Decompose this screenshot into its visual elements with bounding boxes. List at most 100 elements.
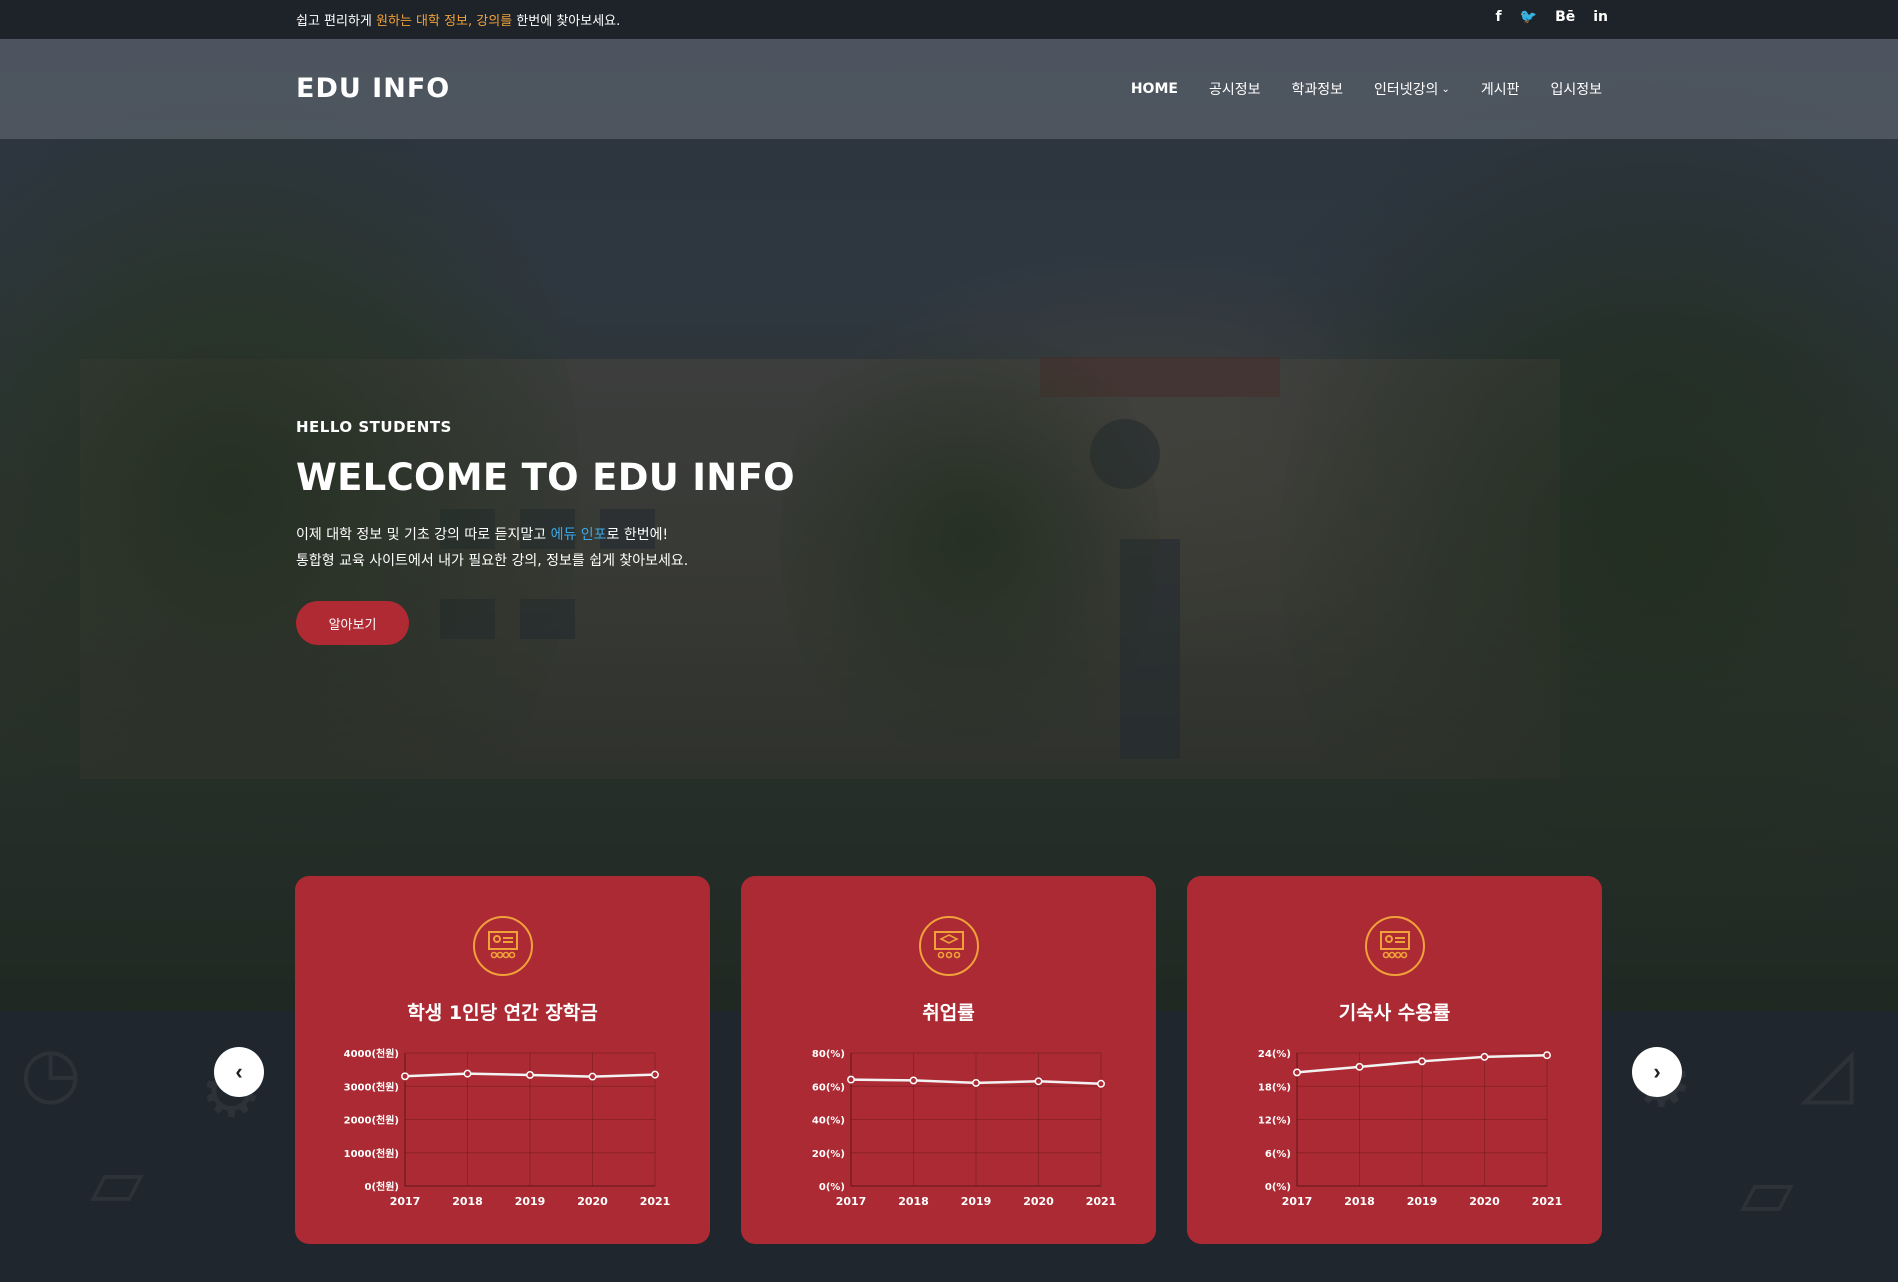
x-tick-label: 2018	[898, 1195, 929, 1208]
hero-desc-text: 이제 대학 정보 및 기초 강의 따로 듣지말고	[296, 527, 551, 543]
social-links: f 🐦 Bē in	[1496, 9, 1608, 25]
top-bar-message-text-end: 한번에 찾아보세요.	[512, 14, 621, 29]
top-bar-message-text: 쉽고 편리하게	[296, 14, 377, 29]
nav-disclosure-label: 공시정보	[1208, 82, 1261, 98]
y-tick-label: 0(%)	[1265, 1182, 1291, 1193]
data-point	[588, 1072, 597, 1081]
data-point	[651, 1070, 659, 1079]
data-point	[1034, 1077, 1043, 1086]
dormitory-line-chart: 0(%) 6(%) 12(%) 18(%) 24(%) 2017 2018 2019 2020 2…	[1258, 1049, 1563, 1208]
facebook-icon[interactable]: f	[1496, 9, 1502, 25]
hero-background	[0, 39, 1898, 1011]
y-tick-label: 60(%)	[812, 1082, 845, 1093]
pattern-triangle-icon: ◿	[1800, 1031, 1854, 1113]
top-bar: 쉽고 편리하게 원하는 대학 정보, 강의를 한번에 찾아보세요. f 🐦 Bē…	[0, 0, 1898, 39]
top-bar-message: 쉽고 편리하게 원하는 대학 정보, 강의를 한번에 찾아보세요.	[296, 10, 620, 29]
nav-department[interactable]: 학과정보	[1292, 79, 1344, 99]
x-tick-label: 2017	[836, 1195, 867, 1208]
learn-more-button[interactable]: 알아보기	[296, 601, 409, 645]
y-tick-label: 20(%)	[812, 1149, 845, 1160]
nav-home-label: HOME	[1130, 81, 1178, 97]
hero-description: 이제 대학 정보 및 기초 강의 따로 듣지말고 에듀 인포로 한번에! 통합형…	[296, 522, 688, 574]
hero-overlay	[0, 39, 1898, 1011]
y-tick-label: 40(%)	[812, 1116, 845, 1127]
y-tick-label: 12(%)	[1258, 1116, 1291, 1127]
twitter-icon[interactable]: 🐦	[1520, 9, 1537, 25]
y-tick-label: 80(%)	[812, 1049, 845, 1060]
data-point	[463, 1069, 472, 1078]
scholarship-line-chart: 0(천원) 1000(천원) 2000(천원) 3000(천원) 4000(천원) 201…	[344, 1047, 671, 1208]
y-tick-label: 6(%)	[1265, 1149, 1291, 1160]
hero-desc-highlight: 에듀 인포	[550, 527, 607, 543]
lecture-icon	[1364, 916, 1425, 976]
carousel-prev-button[interactable]: ‹	[214, 1047, 264, 1097]
data-point	[909, 1076, 918, 1085]
card-title: 기숙사 수용률	[1338, 1002, 1451, 1024]
card-title: 취업률	[922, 1002, 975, 1024]
site-logo[interactable]: EDU INFO	[296, 73, 450, 104]
pattern-clock-icon: ◷	[20, 1031, 82, 1113]
hero-desc-text-end: 로 한번에!	[606, 527, 669, 543]
x-tick-label: 2021	[640, 1195, 671, 1208]
data-point	[1355, 1062, 1364, 1071]
graduation-icon	[918, 916, 979, 976]
nav-home[interactable]: HOME	[1131, 79, 1178, 99]
y-tick-label: 4000(천원)	[344, 1047, 399, 1060]
data-point	[526, 1070, 534, 1079]
stat-card-scholarship: 학생 1인당 연간 장학금 0(천원) 1000(천원) 2000(천원) 3000(…	[295, 876, 710, 1244]
chevron-left-icon: ‹	[235, 1059, 243, 1084]
stat-card-employment: 취업률 0(%) 20(%) 40(%) 60(%) 80(%) 2017 2018 2019…	[741, 876, 1156, 1244]
x-tick-label: 2019	[1407, 1195, 1438, 1208]
data-point	[1480, 1052, 1489, 1061]
x-tick-label: 2021	[1532, 1195, 1563, 1208]
y-tick-label: 3000(천원)	[344, 1080, 399, 1093]
hero-description-line-1: 이제 대학 정보 및 기초 강의 따로 듣지말고 에듀 인포로 한번에!	[296, 522, 688, 548]
x-tick-label: 2017	[390, 1195, 421, 1208]
nav-admission[interactable]: 입시정보	[1550, 79, 1602, 99]
x-tick-label: 2020	[577, 1195, 608, 1208]
top-bar-message-highlight: 원하는 대학 정보, 강의를	[376, 14, 513, 29]
y-tick-label: 0(%)	[819, 1182, 845, 1193]
pattern-book-icon: ▱	[1740, 1151, 1794, 1233]
hero-description-line-2: 통합형 교육 사이트에서 내가 필요한 강의, 정보를 쉽게 찾아보세요.	[296, 553, 689, 569]
x-tick-label: 2019	[961, 1195, 992, 1208]
x-tick-label: 2020	[1023, 1195, 1054, 1208]
y-tick-label: 24(%)	[1258, 1049, 1291, 1060]
y-tick-label: 2000(천원)	[344, 1114, 399, 1127]
stat-card-dormitory: 기숙사 수용률 0(%) 6(%) 12(%) 18(%) 24(%) 2017 2018 2…	[1187, 876, 1602, 1244]
hero-title: WELCOME TO EDU INFO	[296, 456, 795, 499]
behance-icon[interactable]: Bē	[1555, 9, 1575, 25]
y-tick-label: 1000(천원)	[344, 1147, 399, 1160]
chevron-down-icon: ⌄	[1441, 83, 1450, 95]
carousel-next-button[interactable]: ›	[1632, 1047, 1682, 1097]
data-point	[1293, 1068, 1301, 1077]
x-tick-label: 2020	[1469, 1195, 1500, 1208]
x-tick-label: 2021	[1086, 1195, 1117, 1208]
nav-board[interactable]: 게시판	[1481, 79, 1520, 99]
card-title: 학생 1인당 연간 장학금	[407, 1002, 598, 1024]
x-tick-label: 2017	[1282, 1195, 1313, 1208]
data-point	[1097, 1079, 1105, 1088]
x-tick-label: 2018	[452, 1195, 483, 1208]
nav-online-lecture[interactable]: 인터넷강의 ⌄	[1374, 79, 1450, 99]
nav-board-label: 게시판	[1480, 82, 1520, 98]
data-point	[1418, 1057, 1426, 1066]
data-point	[1543, 1051, 1551, 1060]
data-point	[972, 1078, 980, 1087]
y-tick-label: 0(천원)	[365, 1180, 400, 1193]
hero-kicker: HELLO STUDENTS	[296, 418, 452, 436]
lecture-icon	[472, 916, 533, 976]
pattern-book-icon: ▱	[90, 1141, 144, 1223]
nav-disclosure[interactable]: 공시정보	[1209, 79, 1261, 99]
nav-online-lecture-label: 인터넷강의	[1374, 82, 1439, 98]
linkedin-icon[interactable]: in	[1593, 9, 1608, 25]
nav-department-label: 학과정보	[1291, 82, 1344, 98]
x-tick-label: 2019	[515, 1195, 546, 1208]
data-point	[401, 1072, 409, 1081]
nav-admission-label: 입시정보	[1550, 82, 1602, 98]
site-header: EDU INFO HOME 공시정보 학과정보 인터넷강의 ⌄ 게시판 입시정보	[0, 39, 1898, 139]
x-tick-label: 2018	[1344, 1195, 1375, 1208]
y-tick-label: 18(%)	[1258, 1082, 1291, 1093]
employment-line-chart: 0(%) 20(%) 40(%) 60(%) 80(%) 2017 2018 2019 2020…	[812, 1049, 1117, 1208]
chevron-right-icon: ›	[1653, 1059, 1661, 1084]
